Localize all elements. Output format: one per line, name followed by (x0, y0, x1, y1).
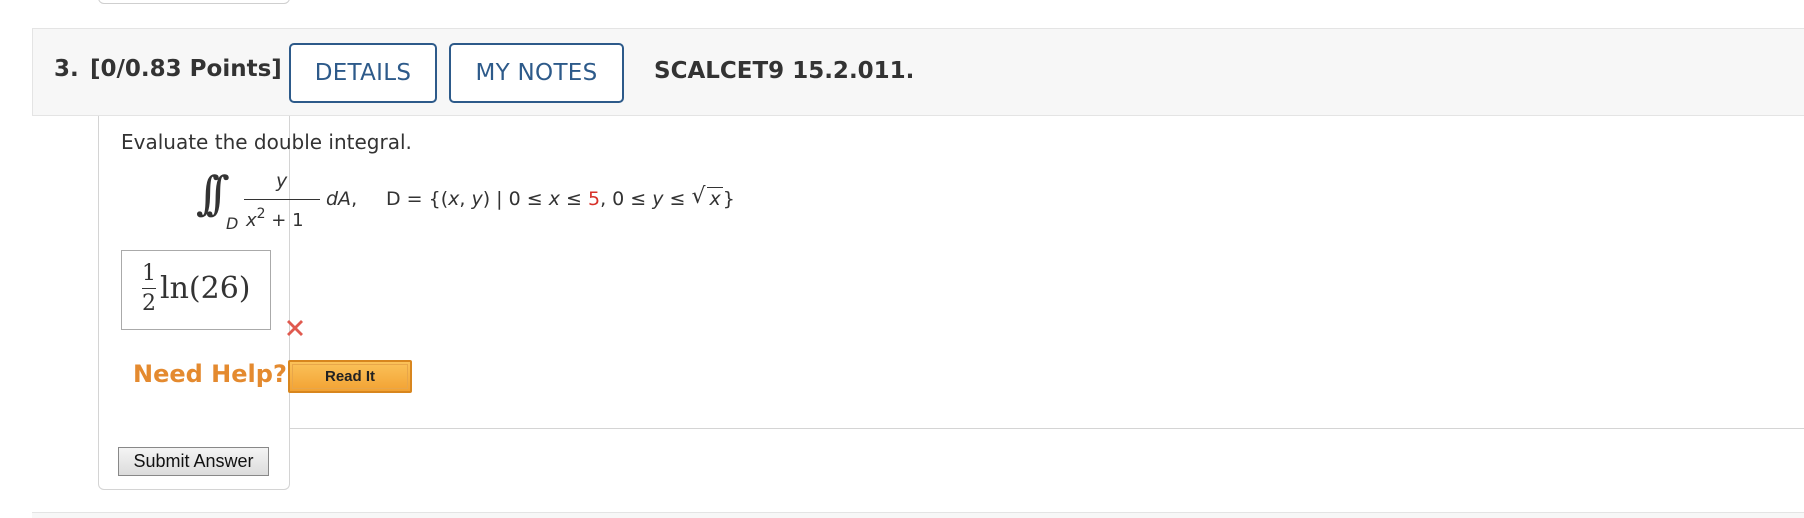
my-notes-button[interactable]: MY NOTES (449, 43, 624, 103)
answer-expression: ln(26) (160, 271, 251, 306)
submit-answer-button[interactable]: Submit Answer (118, 447, 269, 476)
question-prompt: Evaluate the double integral. (121, 130, 412, 154)
double-integral-expression: ∫∫ D y x2 + 1 dA, D = {(x, y) | 0 ≤ x ≤ … (196, 166, 816, 236)
domain-mid: ) | 0 ≤ (482, 188, 549, 210)
integrand-denominator: x2 + 1 (246, 206, 304, 231)
region-subscript: D (226, 214, 239, 233)
domain-prefix: D = {( (386, 188, 449, 210)
question-source: SCALCET9 15.2.011. (654, 58, 915, 84)
domain-x: x (448, 188, 460, 210)
question-points: [0/0.83 Points] (90, 56, 282, 82)
next-question-panel-edge (32, 512, 1804, 518)
domain-sep: , (459, 188, 472, 210)
differential: dA, (326, 188, 357, 210)
domain-close: } (722, 188, 735, 210)
question-number: 3. (54, 56, 79, 82)
previous-question-panel-edge (98, 0, 290, 4)
fraction-bar (244, 199, 320, 200)
square-root: √ x (691, 184, 723, 210)
radical-symbol: √ (691, 184, 706, 209)
denominator-rest: + 1 (265, 210, 304, 231)
need-help-label: Need Help? (133, 360, 287, 388)
denominator-variable: x (246, 210, 257, 231)
domain-y: y (471, 188, 483, 210)
answer-numerator: 1 (142, 261, 156, 286)
domain-le: ≤ (559, 188, 588, 210)
domain-le2: ≤ (663, 188, 692, 210)
domain-y2: y (652, 188, 664, 210)
question-page: 3. [0/0.83 Points] DETAILS MY NOTES SCAL… (0, 0, 1804, 518)
domain-upper-bound: 5 (587, 188, 601, 210)
read-it-button[interactable]: Read It (288, 360, 412, 393)
differential-variable: dA (326, 188, 352, 210)
region-definition: D = {(x, y) | 0 ≤ x ≤ 5, 0 ≤ y ≤ √ x} (386, 184, 735, 210)
answer-field[interactable]: 1 2 ln(26) (121, 250, 271, 330)
answer-denominator: 2 (142, 291, 156, 316)
radicand: x (707, 187, 723, 210)
x-mark-icon (287, 320, 303, 336)
differential-comma: , (351, 188, 358, 210)
read-it-label: Read It (292, 364, 408, 389)
answer-fraction-bar (142, 288, 156, 289)
details-button[interactable]: DETAILS (289, 43, 437, 103)
denominator-exponent: 2 (256, 206, 266, 222)
double-integral-symbol: ∫∫ (196, 166, 230, 220)
domain-after: , 0 ≤ (600, 188, 653, 210)
domain-x2: x (548, 188, 560, 210)
integrand-numerator: y (276, 170, 288, 192)
